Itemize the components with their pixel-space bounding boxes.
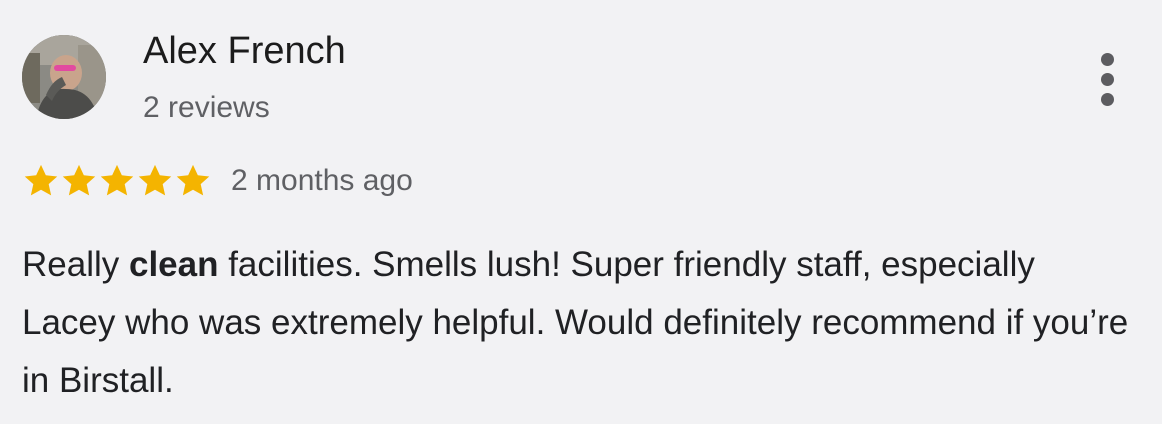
star-rating bbox=[22, 162, 212, 200]
review-text-start: Really bbox=[22, 245, 129, 284]
star-icon bbox=[62, 164, 96, 196]
star-icon bbox=[24, 164, 58, 196]
review-date: 2 months ago bbox=[231, 164, 413, 197]
avatar-photo bbox=[22, 35, 106, 119]
rating-row: 2 months ago bbox=[22, 160, 413, 202]
avatar[interactable] bbox=[22, 35, 106, 119]
star-icon bbox=[138, 164, 172, 196]
star-icon bbox=[100, 164, 134, 196]
review-text: Really clean facilities. Smells lush! Su… bbox=[22, 236, 1132, 410]
reviewer-review-count: 2 reviews bbox=[143, 91, 270, 124]
review-card: Alex French 2 reviews 2 months ago Reall… bbox=[0, 0, 1162, 424]
review-text-bold: clean bbox=[128, 245, 219, 284]
more-options-button[interactable] bbox=[1086, 48, 1130, 110]
reviewer-name[interactable]: Alex French bbox=[143, 28, 346, 74]
star-icon bbox=[176, 164, 210, 196]
